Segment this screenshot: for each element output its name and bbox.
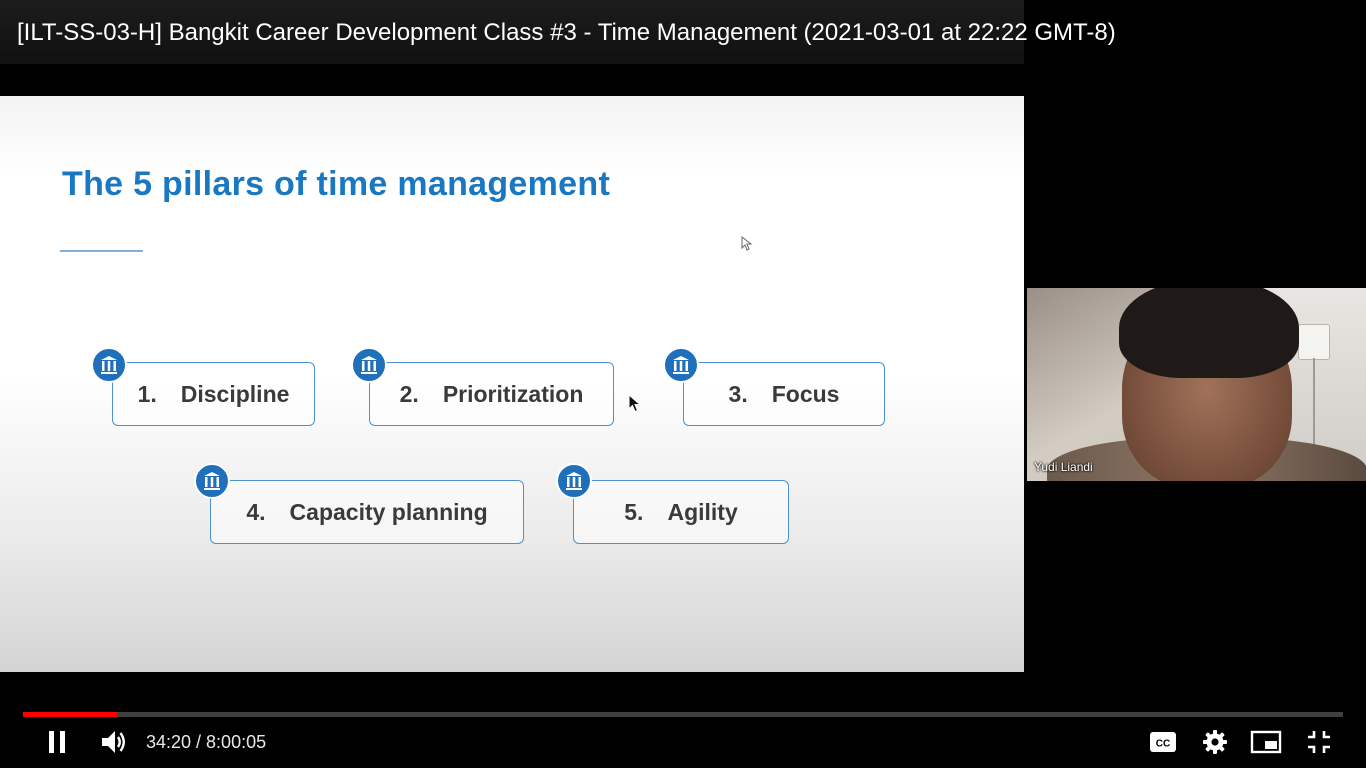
exit-fullscreen-button[interactable] <box>1302 725 1336 759</box>
pillar-label: Agility <box>667 498 738 525</box>
pillar-focus: 3. Focus <box>683 362 885 426</box>
pause-button[interactable] <box>40 725 74 759</box>
settings-icon <box>1203 730 1227 754</box>
participant-video: Yudi Liandi <box>1027 288 1366 481</box>
pillar-icon <box>91 347 127 383</box>
pillar-prioritization: 2. Prioritization <box>369 362 614 426</box>
participant-hair <box>1119 288 1299 378</box>
volume-button[interactable] <box>96 725 132 759</box>
pillar-number: 1. <box>137 380 157 407</box>
pillar-number: 4. <box>246 498 266 525</box>
mouse-cursor-icon <box>628 394 642 413</box>
progress-played <box>23 712 117 717</box>
volume-icon <box>102 731 125 753</box>
pillar-number: 3. <box>728 380 748 407</box>
pillar-label: Capacity planning <box>289 498 488 525</box>
presentation-slide: The 5 pillars of time management 1. Disc… <box>0 96 1024 672</box>
exit-fullscreen-icon <box>1308 731 1330 753</box>
svg-text:CC: CC <box>1156 739 1170 750</box>
miniplayer-button[interactable] <box>1249 725 1283 759</box>
cursor-icon <box>741 236 753 251</box>
pillar-label: Discipline <box>180 380 290 407</box>
settings-button[interactable] <box>1198 725 1232 759</box>
miniplayer-icon <box>1250 730 1282 754</box>
pillar-agility: 5. Agility <box>573 480 789 544</box>
pillar-discipline: 1. Discipline <box>112 362 315 426</box>
pillar-label: Focus <box>771 380 840 407</box>
pillar-icon <box>351 347 387 383</box>
pillar-capacity-planning: 4. Capacity planning <box>210 480 524 544</box>
captions-button[interactable]: CC <box>1146 725 1180 759</box>
pillar-number: 5. <box>624 498 644 525</box>
video-title[interactable]: [ILT-SS-03-H] Bangkit Career Development… <box>17 18 1357 48</box>
pillar-icon <box>556 463 592 499</box>
pause-icon <box>49 731 65 753</box>
pillar-number: 2. <box>399 380 419 407</box>
pillar-icon <box>663 347 699 383</box>
participant-name: Yudi Liandi <box>1034 460 1093 474</box>
slide-title: The 5 pillars of time management <box>62 165 611 203</box>
captions-icon: CC <box>1150 732 1176 752</box>
pillar-label: Prioritization <box>442 380 584 407</box>
pillar-icon <box>194 463 230 499</box>
wall-socket <box>1298 324 1330 360</box>
time-display: 34:20 / 8:00:05 <box>146 732 267 752</box>
progress-bar[interactable] <box>23 712 1343 717</box>
title-underline <box>60 250 143 252</box>
